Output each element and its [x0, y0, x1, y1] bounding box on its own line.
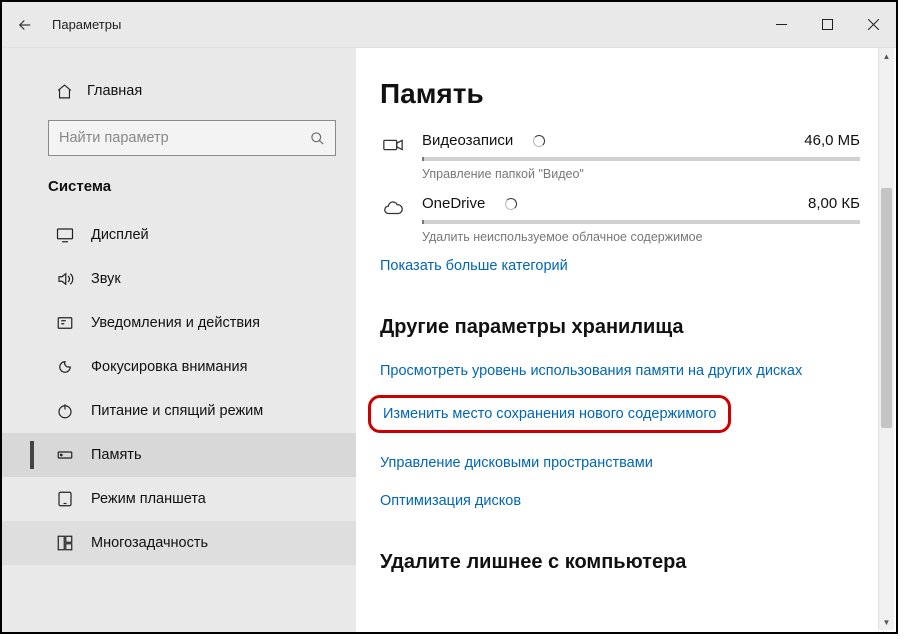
link-storage-spaces[interactable]: Управление дисковыми пространствами: [380, 455, 860, 471]
home-link[interactable]: Главная: [2, 78, 356, 118]
close-button[interactable]: [850, 2, 896, 48]
minimize-button[interactable]: [758, 2, 804, 48]
category-size: 46,0 МБ: [804, 132, 860, 149]
sidebar-item-multitasking[interactable]: Многозадачность: [2, 521, 356, 565]
usage-bar: [422, 220, 860, 224]
focus-icon: [55, 358, 75, 376]
content: Память Видеозаписи 46,0 МБ Управление па…: [356, 48, 896, 632]
category-size: 8,00 КБ: [808, 195, 860, 212]
loading-spinner-icon: [505, 198, 517, 210]
sidebar-section-title: Система: [2, 178, 356, 213]
sidebar-item-label: Многозадачность: [91, 535, 208, 551]
link-optimize-drives[interactable]: Оптимизация дисков: [380, 493, 860, 509]
sidebar-item-storage[interactable]: Память: [2, 433, 356, 477]
category-sub: Управление папкой "Видео": [422, 167, 860, 181]
link-other-disks[interactable]: Просмотреть уровень использования памяти…: [380, 363, 860, 379]
sidebar-nav: Дисплей Звук Уведомления и действия Фоку…: [2, 213, 356, 565]
cleanup-heading: Удалите лишнее с компьютера: [380, 551, 860, 574]
category-sub: Удалить неиспользуемое облачное содержим…: [422, 230, 860, 244]
multitasking-icon: [55, 534, 75, 552]
search-box[interactable]: [48, 120, 336, 156]
display-icon: [55, 226, 75, 244]
show-more-link[interactable]: Показать больше категорий: [380, 258, 860, 274]
sidebar-item-notifications[interactable]: Уведомления и действия: [2, 301, 356, 345]
page-title: Память: [380, 78, 860, 110]
sound-icon: [55, 270, 75, 288]
arrow-left-icon: [16, 16, 34, 34]
category-name: Видеозаписи: [422, 132, 513, 149]
scrollbar-thumb[interactable]: [881, 188, 892, 428]
sidebar-item-label: Режим планшета: [91, 491, 206, 507]
sidebar-item-label: Фокусировка внимания: [91, 359, 247, 375]
sidebar-item-label: Питание и спящий режим: [91, 403, 263, 419]
scroll-down-icon[interactable]: ▼: [879, 614, 894, 630]
back-button[interactable]: [2, 16, 48, 34]
category-onedrive[interactable]: OneDrive 8,00 КБ Удалить неиспользуемое …: [380, 195, 860, 244]
minimize-icon: [776, 19, 787, 30]
home-icon: [55, 82, 73, 100]
video-icon: [380, 132, 406, 156]
notifications-icon: [55, 314, 75, 332]
storage-icon: [55, 446, 75, 464]
other-storage-heading: Другие параметры хранилища: [380, 316, 860, 339]
sidebar-item-label: Дисплей: [91, 227, 149, 243]
titlebar: Параметры: [2, 2, 896, 48]
sidebar-item-tablet[interactable]: Режим планшета: [2, 477, 356, 521]
sidebar: Главная Система Дисплей Звук: [2, 48, 356, 632]
maximize-icon: [822, 19, 833, 30]
sidebar-item-label: Уведомления и действия: [91, 315, 260, 331]
sidebar-item-sound[interactable]: Звук: [2, 257, 356, 301]
sidebar-item-display[interactable]: Дисплей: [2, 213, 356, 257]
loading-spinner-icon: [533, 135, 545, 147]
sidebar-item-label: Память: [91, 447, 142, 463]
scrollbar[interactable]: ▲ ▼: [878, 48, 894, 630]
link-change-save-location[interactable]: Изменить место сохранения нового содержи…: [383, 406, 716, 422]
search-icon: [304, 131, 325, 146]
power-icon: [55, 402, 75, 420]
maximize-button[interactable]: [804, 2, 850, 48]
highlight-annotation: Изменить место сохранения нового содержи…: [368, 395, 731, 433]
app-title: Параметры: [52, 17, 121, 32]
category-videos[interactable]: Видеозаписи 46,0 МБ Управление папкой "В…: [380, 132, 860, 181]
cloud-icon: [380, 195, 406, 219]
usage-bar: [422, 157, 860, 161]
home-label: Главная: [87, 83, 142, 99]
sidebar-item-focus[interactable]: Фокусировка внимания: [2, 345, 356, 389]
tablet-icon: [55, 490, 75, 508]
close-icon: [868, 19, 879, 30]
scroll-up-icon[interactable]: ▲: [879, 48, 894, 64]
sidebar-item-power[interactable]: Питание и спящий режим: [2, 389, 356, 433]
search-input[interactable]: [59, 130, 304, 146]
sidebar-item-label: Звук: [91, 271, 121, 287]
category-name: OneDrive: [422, 195, 485, 212]
